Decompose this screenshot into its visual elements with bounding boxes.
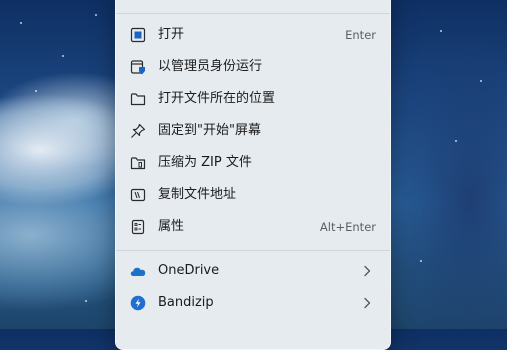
menu-item-pin-to-start[interactable]: 固定到"开始"屏幕 bbox=[120, 116, 386, 146]
menu-separator-middle bbox=[116, 250, 390, 251]
menu-item-compress-zip[interactable]: 压缩为 ZIP 文件 bbox=[120, 148, 386, 178]
menu-item-onedrive-label: OneDrive bbox=[158, 263, 220, 278]
open-icon bbox=[130, 27, 146, 43]
menu-item-run-as-admin-label: 以管理员身份运行 bbox=[158, 59, 263, 74]
menu-item-bandizip-label: Bandizip bbox=[158, 295, 214, 310]
chevron-right-icon bbox=[362, 297, 372, 309]
menu-item-bandizip[interactable]: Bandizip bbox=[120, 288, 386, 318]
menu-item-properties[interactable]: 属性 Alt+Enter bbox=[120, 212, 386, 242]
menu-item-open-file-location-label: 打开文件所在的位置 bbox=[158, 91, 276, 106]
menu-item-open-shortcut: Enter bbox=[345, 28, 376, 42]
copy-path-icon bbox=[130, 187, 146, 203]
menu-item-open[interactable]: 打开 Enter bbox=[120, 20, 386, 50]
menu-item-properties-shortcut: Alt+Enter bbox=[319, 220, 376, 234]
menu-item-properties-label: 属性 bbox=[158, 219, 185, 234]
context-menu: 打开 Enter 以管理员身份运行 打开文件所在的位置 固定到"开始"屏幕 压缩… bbox=[115, 0, 391, 350]
menu-item-compress-zip-label: 压缩为 ZIP 文件 bbox=[158, 155, 252, 170]
menu-item-copy-as-path[interactable]: 复制文件地址 bbox=[120, 180, 386, 210]
folder-icon bbox=[130, 91, 146, 107]
menu-item-copy-as-path-label: 复制文件地址 bbox=[158, 187, 237, 202]
menu-separator-top bbox=[116, 13, 390, 14]
pin-icon bbox=[130, 123, 146, 139]
onedrive-cloud-icon bbox=[130, 263, 146, 279]
menu-item-open-label: 打开 bbox=[158, 27, 185, 42]
shield-run-admin-icon bbox=[130, 59, 146, 75]
bandizip-icon bbox=[130, 295, 146, 311]
menu-item-onedrive[interactable]: OneDrive bbox=[120, 256, 386, 286]
properties-icon bbox=[130, 219, 146, 235]
chevron-right-icon bbox=[362, 265, 372, 277]
menu-item-run-as-admin[interactable]: 以管理员身份运行 bbox=[120, 52, 386, 82]
zip-folder-icon bbox=[130, 155, 146, 171]
menu-item-pin-to-start-label: 固定到"开始"屏幕 bbox=[158, 123, 261, 138]
menu-item-open-file-location[interactable]: 打开文件所在的位置 bbox=[120, 84, 386, 114]
